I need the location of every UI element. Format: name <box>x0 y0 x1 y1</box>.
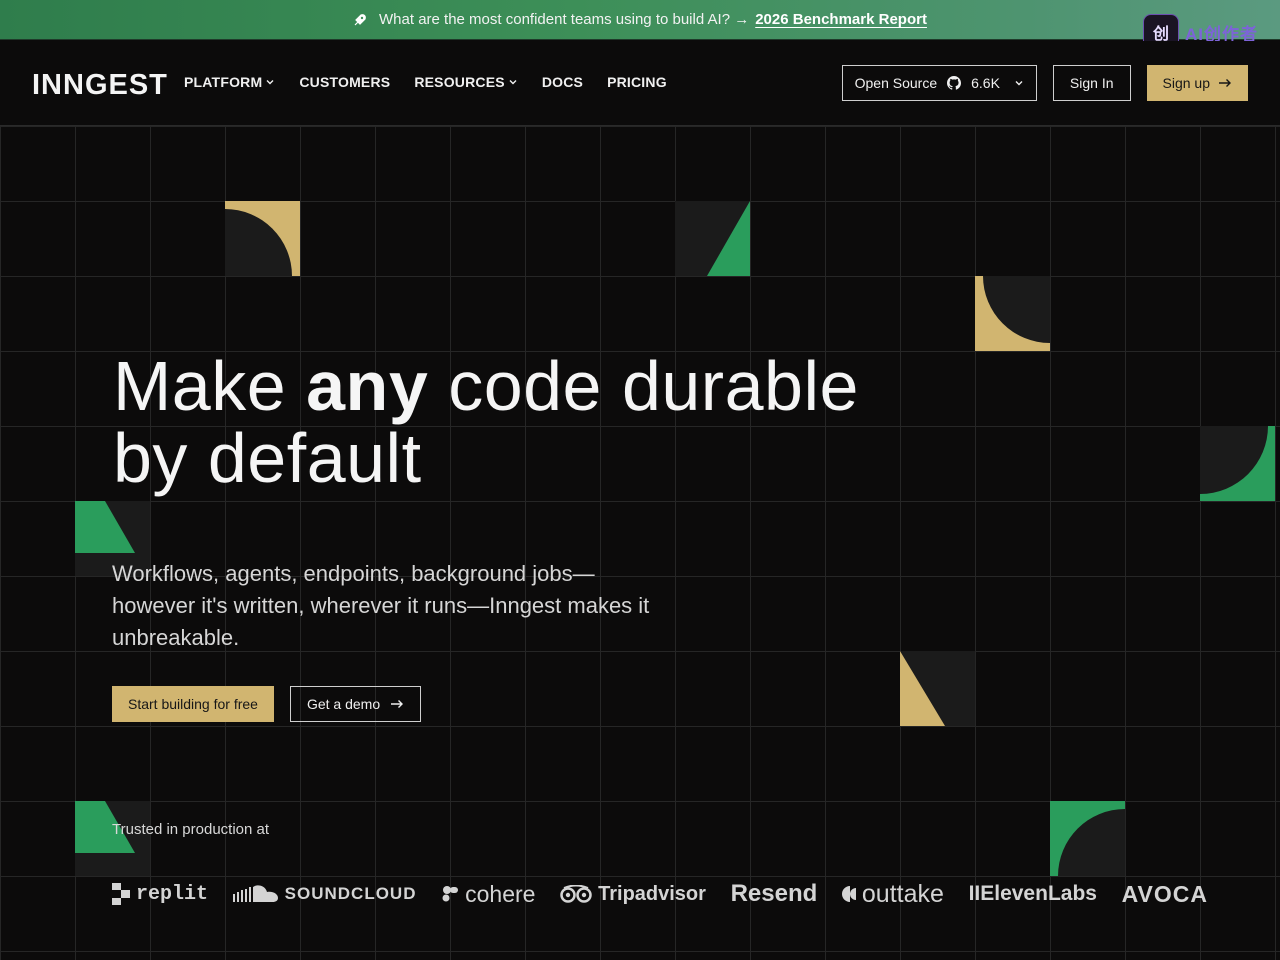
get-demo-label: Get a demo <box>306 696 381 712</box>
soundcloud-icon <box>232 884 279 904</box>
customer-logo-avoca: AVOCA <box>1122 881 1208 908</box>
replit-icon <box>112 883 130 905</box>
banner-message: What are the most confident teams using … <box>379 11 750 28</box>
hero-cta-row: Start building for free Get a demo <box>112 686 422 722</box>
logo-text: Resend <box>730 880 818 907</box>
logo-text: outtake <box>861 879 944 908</box>
cohere-icon <box>441 885 459 903</box>
banner-report-link[interactable]: 2026 Benchmark Report <box>755 11 927 28</box>
tripadvisor-owl-icon <box>560 885 592 903</box>
nav-item-label: PLATFORM <box>184 74 263 90</box>
nav-actions: Open Source 6.6K Sign In Sign up <box>841 65 1248 101</box>
hero-title-emphasis: any <box>306 347 429 425</box>
arrow-right-icon <box>1218 78 1232 88</box>
nav-item-docs[interactable]: DOCS <box>542 74 583 90</box>
logo-text: cohere <box>465 880 536 907</box>
inngest-logo[interactable]: INNGEST <box>32 69 168 102</box>
nav-item-customers[interactable]: CUSTOMERS <box>299 74 390 90</box>
github-icon <box>947 76 962 90</box>
decorative-tile-triangle-green <box>675 201 750 276</box>
hero-subtitle: Workflows, agents, endpoints, background… <box>112 561 650 650</box>
nav-item-pricing[interactable]: PRICING <box>607 74 667 90</box>
rocket-icon <box>353 13 367 27</box>
start-building-button[interactable]: Start building for free <box>112 686 274 722</box>
decorative-tile-quarter-circle-green <box>1200 426 1280 501</box>
decorative-tile-triangle-green <box>75 801 150 876</box>
hero-title-part: code durable <box>428 347 859 425</box>
nav-item-label: RESOURCES <box>414 74 505 90</box>
sign-up-button[interactable]: Sign up <box>1146 65 1248 101</box>
nav-item-resources[interactable]: RESOURCES <box>414 74 517 90</box>
decorative-tile-triangle-gold <box>900 651 975 726</box>
decorative-tile-quarter-circle-gold <box>975 276 1050 351</box>
logo-text: replit <box>136 882 209 906</box>
logo-text: Tripadvisor <box>598 882 706 905</box>
customer-logo-outtake: outtake <box>841 879 944 909</box>
announcement-banner: What are the most confident teams using … <box>0 0 1280 40</box>
sign-up-label: Sign up <box>1162 75 1210 91</box>
customer-logo-cohere: cohere <box>441 881 535 908</box>
logo-text: SOUNDCLOUD <box>284 884 417 903</box>
chevron-down-icon <box>508 77 518 87</box>
open-source-label: Open Source <box>854 75 938 91</box>
chevron-down-icon <box>1014 78 1024 88</box>
nav-links: PLATFORM CUSTOMERS RESOURCES DOCS PRICIN… <box>184 74 667 90</box>
nav-item-label: CUSTOMERS <box>299 74 391 90</box>
customer-logo-replit: replit <box>112 883 208 906</box>
open-source-button[interactable]: Open Source 6.6K <box>841 65 1037 101</box>
decorative-tile-quarter-circle-green <box>1050 801 1125 876</box>
get-demo-button[interactable]: Get a demo <box>289 686 422 722</box>
customer-logo-resend: Resend <box>731 880 818 908</box>
chevron-down-icon <box>265 77 275 87</box>
github-stars-count: 6.6K <box>971 75 1000 91</box>
logo-text: IIElevenLabs <box>968 882 1097 905</box>
arrow-right-icon <box>390 699 404 709</box>
nav-item-label: PRICING <box>607 74 667 90</box>
customer-logos: replit SOUNDCLOUD cohere Tripadvisor Res… <box>112 876 1208 912</box>
hero-title-part: Make <box>113 347 307 425</box>
trusted-label: Trusted in production at <box>112 821 270 838</box>
customer-logo-soundcloud: SOUNDCLOUD <box>232 884 417 904</box>
outtake-icon <box>841 885 856 903</box>
top-navigation: INNGEST PLATFORM CUSTOMERS RESOURCES DOC… <box>0 41 1280 126</box>
sign-in-button[interactable]: Sign In <box>1052 65 1131 101</box>
customer-logo-elevenlabs: IIElevenLabs <box>969 882 1097 906</box>
hero-section: Make any code durable by default Workflo… <box>0 126 1280 960</box>
logo-text: AVOCA <box>1121 880 1208 907</box>
hero-title: Make any code durable by default <box>113 350 859 494</box>
customer-logo-tripadvisor: Tripadvisor <box>560 883 706 906</box>
hero-title-line2: by default <box>113 419 422 497</box>
nav-item-label: DOCS <box>541 74 584 90</box>
nav-item-platform[interactable]: PLATFORM <box>184 74 275 90</box>
decorative-tile-quarter-circle-gold <box>225 201 300 276</box>
